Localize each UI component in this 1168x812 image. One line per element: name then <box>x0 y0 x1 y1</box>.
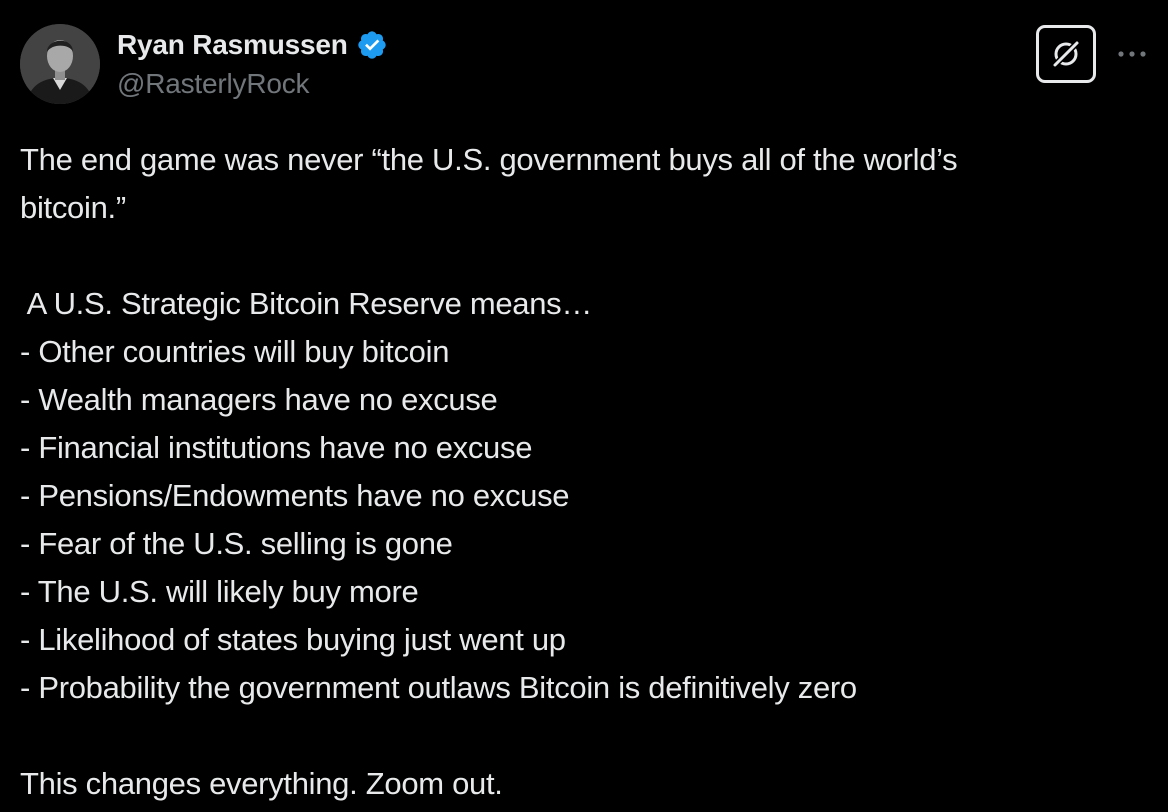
name-row: Ryan Rasmussen <box>117 28 388 62</box>
closing-line: This changes everything. Zoom out. <box>20 766 503 801</box>
author-info: Ryan Rasmussen @RasterlyRock <box>117 28 388 100</box>
avatar[interactable] <box>20 24 100 104</box>
list-item: - Probability the government outlaws Bit… <box>20 670 857 705</box>
list-item: - Likelihood of states buying just went … <box>20 622 566 657</box>
tweet-text: The end game was never “the U.S. governm… <box>20 136 1150 808</box>
list-item: - Wealth managers have no excuse <box>20 382 498 417</box>
grok-icon <box>1051 39 1081 69</box>
tweet-intro-line: bitcoin.” <box>20 190 126 225</box>
list-item: - Other countries will buy bitcoin <box>20 334 450 369</box>
avatar-photo <box>20 24 100 104</box>
verified-badge-icon[interactable] <box>356 29 388 61</box>
list-item: - Fear of the U.S. selling is gone <box>20 526 453 561</box>
list-item: - The U.S. will likely buy more <box>20 574 419 609</box>
list-item: - Financial institutions have no excuse <box>20 430 533 465</box>
tweet-intro-line: The end game was never “the U.S. governm… <box>20 142 958 177</box>
list-heading: A U.S. Strategic Bitcoin Reserve means… <box>20 286 593 321</box>
list-item: - Pensions/Endowments have no excuse <box>20 478 570 513</box>
display-name[interactable]: Ryan Rasmussen <box>117 29 348 61</box>
handle[interactable]: @RasterlyRock <box>117 68 388 100</box>
more-icon <box>1118 51 1146 57</box>
grok-button[interactable] <box>1036 25 1096 83</box>
tweet: Ryan Rasmussen @RasterlyRock The end gam… <box>0 0 1168 812</box>
more-button[interactable] <box>1114 36 1150 72</box>
